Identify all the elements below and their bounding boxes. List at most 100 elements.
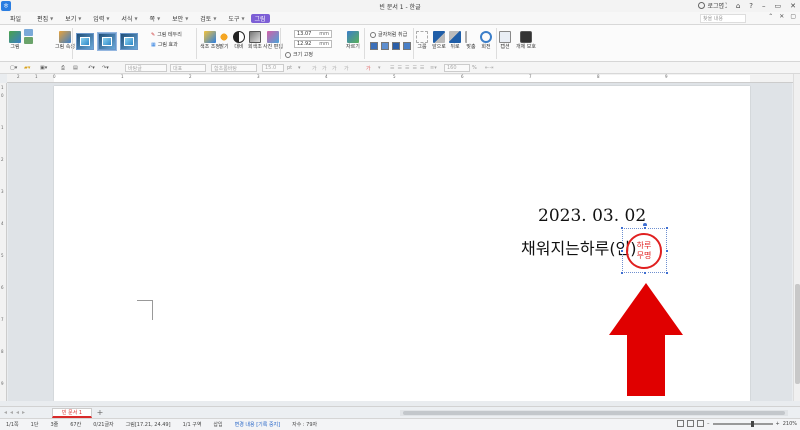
- status-insert-mode[interactable]: 삽입: [213, 421, 222, 428]
- width-field[interactable]: 13.07 mm: [294, 30, 332, 38]
- size-fix-checkbox[interactable]: 크기 고정: [285, 51, 313, 58]
- crop-button[interactable]: 자르기: [346, 31, 360, 50]
- height-field[interactable]: 12.92 mm: [294, 40, 332, 48]
- menu-file[interactable]: 파일: [4, 14, 31, 23]
- picture-effect-button[interactable]: ▦ 그림 효과: [151, 41, 178, 49]
- line-spacing-icon[interactable]: ≡▾: [430, 64, 437, 72]
- indent-icon[interactable]: ⇤⇥: [485, 64, 493, 72]
- style-select[interactable]: 바탕글: [125, 64, 167, 72]
- home-icon[interactable]: ⌂: [736, 0, 740, 12]
- brightness-button[interactable]: 밝기: [218, 31, 230, 50]
- treat-as-char-checkbox[interactable]: 글자처럼 취급: [370, 31, 407, 38]
- menu-insert[interactable]: 입력 ▼: [87, 14, 115, 23]
- resize-handle[interactable]: [643, 271, 647, 275]
- zoom-slider-knob[interactable]: [750, 420, 754, 427]
- status-track-changes[interactable]: 변경 내용 [기록 중지]: [235, 421, 280, 428]
- resize-handle[interactable]: [643, 226, 647, 230]
- wrap-tight-icon[interactable]: [381, 42, 389, 50]
- menu-picture-tab[interactable]: 그림: [250, 13, 270, 23]
- wrap-behind-icon[interactable]: [403, 42, 411, 50]
- picture-tools-mini[interactable]: [24, 29, 33, 45]
- new-doc-icon[interactable]: ▢▾: [10, 64, 17, 72]
- color-tone-button[interactable]: 색조 조정: [200, 31, 220, 50]
- picture-style-3[interactable]: [120, 33, 138, 50]
- maximize-icon[interactable]: ▭: [775, 0, 782, 12]
- bring-forward-button[interactable]: 앞으로: [432, 31, 446, 50]
- document-page[interactable]: 2023. 03. 02 채워지는하루(인) 하루 무명: [54, 86, 750, 401]
- font-select[interactable]: 함초롬바탕: [211, 64, 257, 72]
- group-button[interactable]: 그룹: [416, 31, 428, 50]
- minimize-icon[interactable]: –: [762, 0, 766, 12]
- font-size-stepper[interactable]: ▾: [298, 64, 301, 72]
- send-backward-button[interactable]: 뒤로: [449, 31, 461, 50]
- collapse-ribbon-icon[interactable]: ⌃: [768, 13, 773, 20]
- signature-line[interactable]: 채워지는하루(인): [521, 235, 637, 259]
- underline-icon[interactable]: 가: [332, 64, 337, 72]
- align-button[interactable]: 맞춤: [465, 31, 477, 50]
- wrap-square-icon[interactable]: [370, 42, 378, 50]
- close-doc-icon[interactable]: ✕: [779, 13, 784, 20]
- resize-handle[interactable]: [620, 226, 624, 230]
- zoom-out-icon[interactable]: –: [707, 421, 710, 427]
- seal-stamp[interactable]: 하루 무명: [626, 233, 662, 269]
- preview-icon[interactable]: ▤: [73, 64, 78, 72]
- picture-border-button[interactable]: ✎ 그림 테두리: [151, 31, 182, 39]
- horizontal-ruler[interactable]: 2 1 0 1 2 3 4 5 6 7 8 9: [7, 74, 793, 83]
- menu-tools[interactable]: 도구 ▼: [222, 14, 250, 23]
- menu-review[interactable]: 검토 ▼: [194, 14, 222, 23]
- strike-icon[interactable]: 가: [344, 64, 349, 72]
- menu-security[interactable]: 보안 ▼: [166, 14, 194, 23]
- undo-icon[interactable]: ↶▾: [88, 64, 95, 72]
- vertical-scrollbar[interactable]: [793, 74, 800, 401]
- zoom-level[interactable]: 210%: [783, 421, 797, 427]
- resize-handle[interactable]: [620, 271, 624, 275]
- wrap-front-icon[interactable]: [392, 42, 400, 50]
- font-color-icon[interactable]: 가: [366, 64, 371, 72]
- object-protect-button[interactable]: 개체 보호: [516, 31, 536, 50]
- resize-handle[interactable]: [665, 226, 669, 230]
- grayscale-button[interactable]: 회색조: [248, 31, 262, 50]
- menu-view[interactable]: 보기 ▼: [59, 14, 87, 23]
- tab-document-1[interactable]: 빈 문서 1: [52, 408, 92, 418]
- scroll-thumb[interactable]: [795, 284, 800, 384]
- login-button[interactable]: 로그인: [698, 1, 724, 10]
- search-input[interactable]: 찾을 내용: [700, 14, 746, 23]
- open-folder-icon[interactable]: ▰▾: [24, 64, 30, 72]
- close-icon[interactable]: ✕: [790, 0, 796, 12]
- date-line[interactable]: 2023. 03. 02: [538, 206, 646, 226]
- document-workspace[interactable]: 2023. 03. 02 채워지는하루(인) 하루 무명: [8, 83, 792, 401]
- view-page-icon[interactable]: [687, 420, 694, 427]
- resize-handle[interactable]: [620, 249, 624, 253]
- menu-format[interactable]: 서식 ▼: [115, 14, 143, 23]
- horizontal-scrollbar[interactable]: [400, 410, 788, 416]
- zoom-select[interactable]: 160: [444, 64, 470, 72]
- print-icon[interactable]: ⎙: [61, 64, 65, 72]
- resize-handle[interactable]: [665, 249, 669, 253]
- resize-handle[interactable]: [665, 271, 669, 275]
- restore-doc-icon[interactable]: ▢: [790, 13, 796, 20]
- menu-page[interactable]: 쪽 ▼: [144, 14, 167, 23]
- font-size-input[interactable]: 15.0: [262, 64, 284, 72]
- picture-style-2[interactable]: [97, 32, 117, 51]
- zoom-in-icon[interactable]: +: [776, 421, 780, 427]
- align-buttons[interactable]: ☰☰☰☰☰: [390, 64, 427, 72]
- menu-edit[interactable]: 편집 ▼: [31, 14, 59, 23]
- redo-icon[interactable]: ↷▾: [102, 64, 109, 72]
- insert-picture-button[interactable]: 그림: [9, 31, 21, 50]
- tab-nav-arrows[interactable]: ◂◂◂▸: [4, 409, 28, 416]
- picture-style-1[interactable]: [76, 33, 94, 50]
- rotate-button[interactable]: 회전: [480, 31, 492, 50]
- bold-icon[interactable]: 가: [312, 64, 317, 72]
- vertical-ruler[interactable]: 1 0 1 2 3 4 5 6 7 8 9: [0, 83, 7, 401]
- caption-button[interactable]: 캡션: [499, 31, 511, 50]
- italic-icon[interactable]: 가: [322, 64, 327, 72]
- contrast-button[interactable]: 대비: [233, 31, 245, 50]
- view-web-icon[interactable]: [697, 420, 704, 427]
- hscroll-thumb[interactable]: [403, 411, 785, 415]
- highlight-icon[interactable]: ▾: [378, 64, 381, 72]
- save-icon[interactable]: ▣▾: [40, 64, 47, 72]
- language-select[interactable]: 대표: [170, 64, 206, 72]
- help-icon[interactable]: ?: [749, 0, 753, 12]
- view-normal-icon[interactable]: [677, 420, 684, 427]
- fullscreen-icon[interactable]: ⛶: [722, 0, 727, 12]
